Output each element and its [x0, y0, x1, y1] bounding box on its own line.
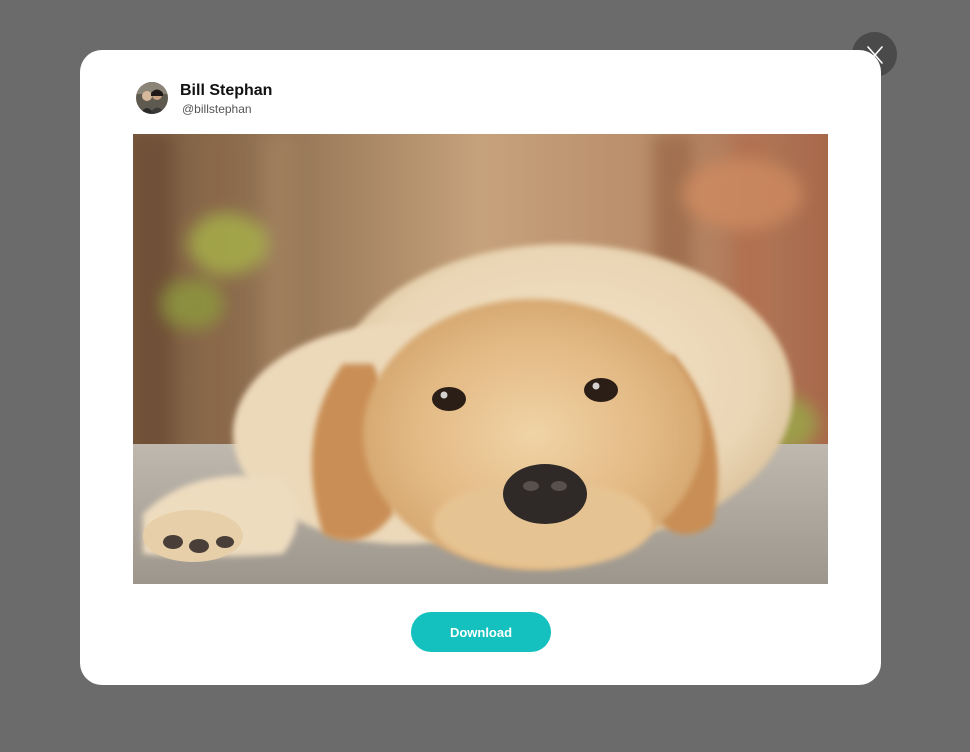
author-info: Bill Stephan @billstephan [136, 82, 272, 116]
user-avatar-icon [136, 82, 168, 114]
preview-image [133, 134, 828, 584]
author-handle: @billstephan [182, 102, 252, 116]
download-button[interactable]: Download [411, 612, 551, 652]
author-name: Bill Stephan [180, 82, 273, 99]
image-preview-modal: Bill Stephan @billstephan Download [80, 50, 881, 685]
puppy-photo-icon [133, 134, 828, 584]
avatar [136, 82, 168, 114]
